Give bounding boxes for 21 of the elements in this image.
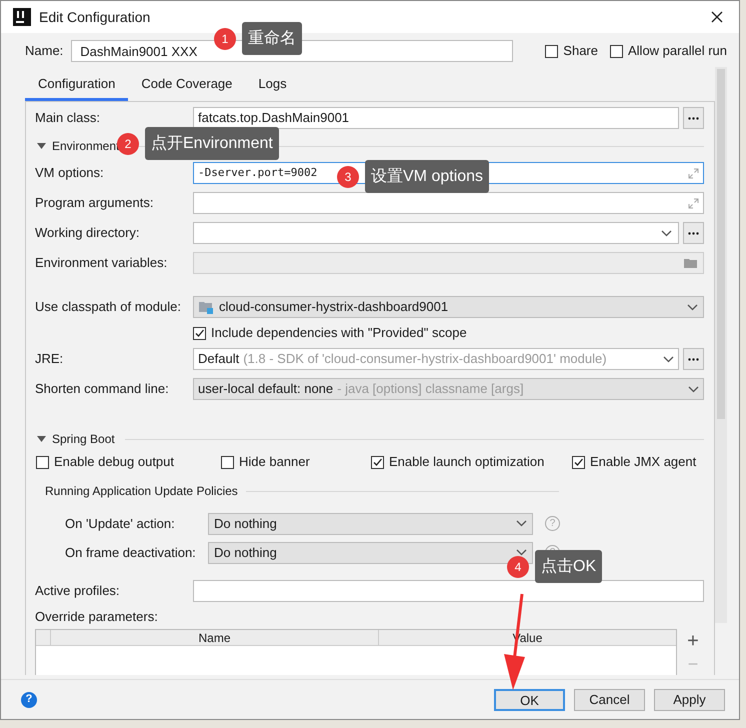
field-label: Override parameters: xyxy=(35,608,158,626)
field-label: JRE: xyxy=(35,350,64,368)
field-label: On frame deactivation: xyxy=(65,544,197,562)
field-label: VM options: xyxy=(35,164,105,182)
section-title: Spring Boot xyxy=(52,431,115,448)
field-label: Name: xyxy=(25,42,64,60)
section-title: Running Application Update Policies xyxy=(45,483,238,500)
field-label: Shorten command line: xyxy=(35,380,170,398)
field-label: Environment variables: xyxy=(35,254,168,272)
callout-tooltip: 点击OK xyxy=(535,550,602,583)
window-title: Edit Configuration xyxy=(39,8,150,27)
field-label: Working directory: xyxy=(35,224,141,242)
callout-tooltip: 点开Environment xyxy=(145,127,279,160)
callout-tooltip: 设置VM options xyxy=(365,160,490,193)
field-label: Active profiles: xyxy=(35,582,121,600)
field-label: Use classpath of module: xyxy=(35,298,182,316)
column-header: Name xyxy=(51,630,379,645)
field-label: Main class: xyxy=(35,109,102,128)
field-label: Program arguments: xyxy=(35,194,154,212)
field-label: On 'Update' action: xyxy=(65,514,176,533)
callout-tooltip: 重命名 xyxy=(242,22,302,55)
